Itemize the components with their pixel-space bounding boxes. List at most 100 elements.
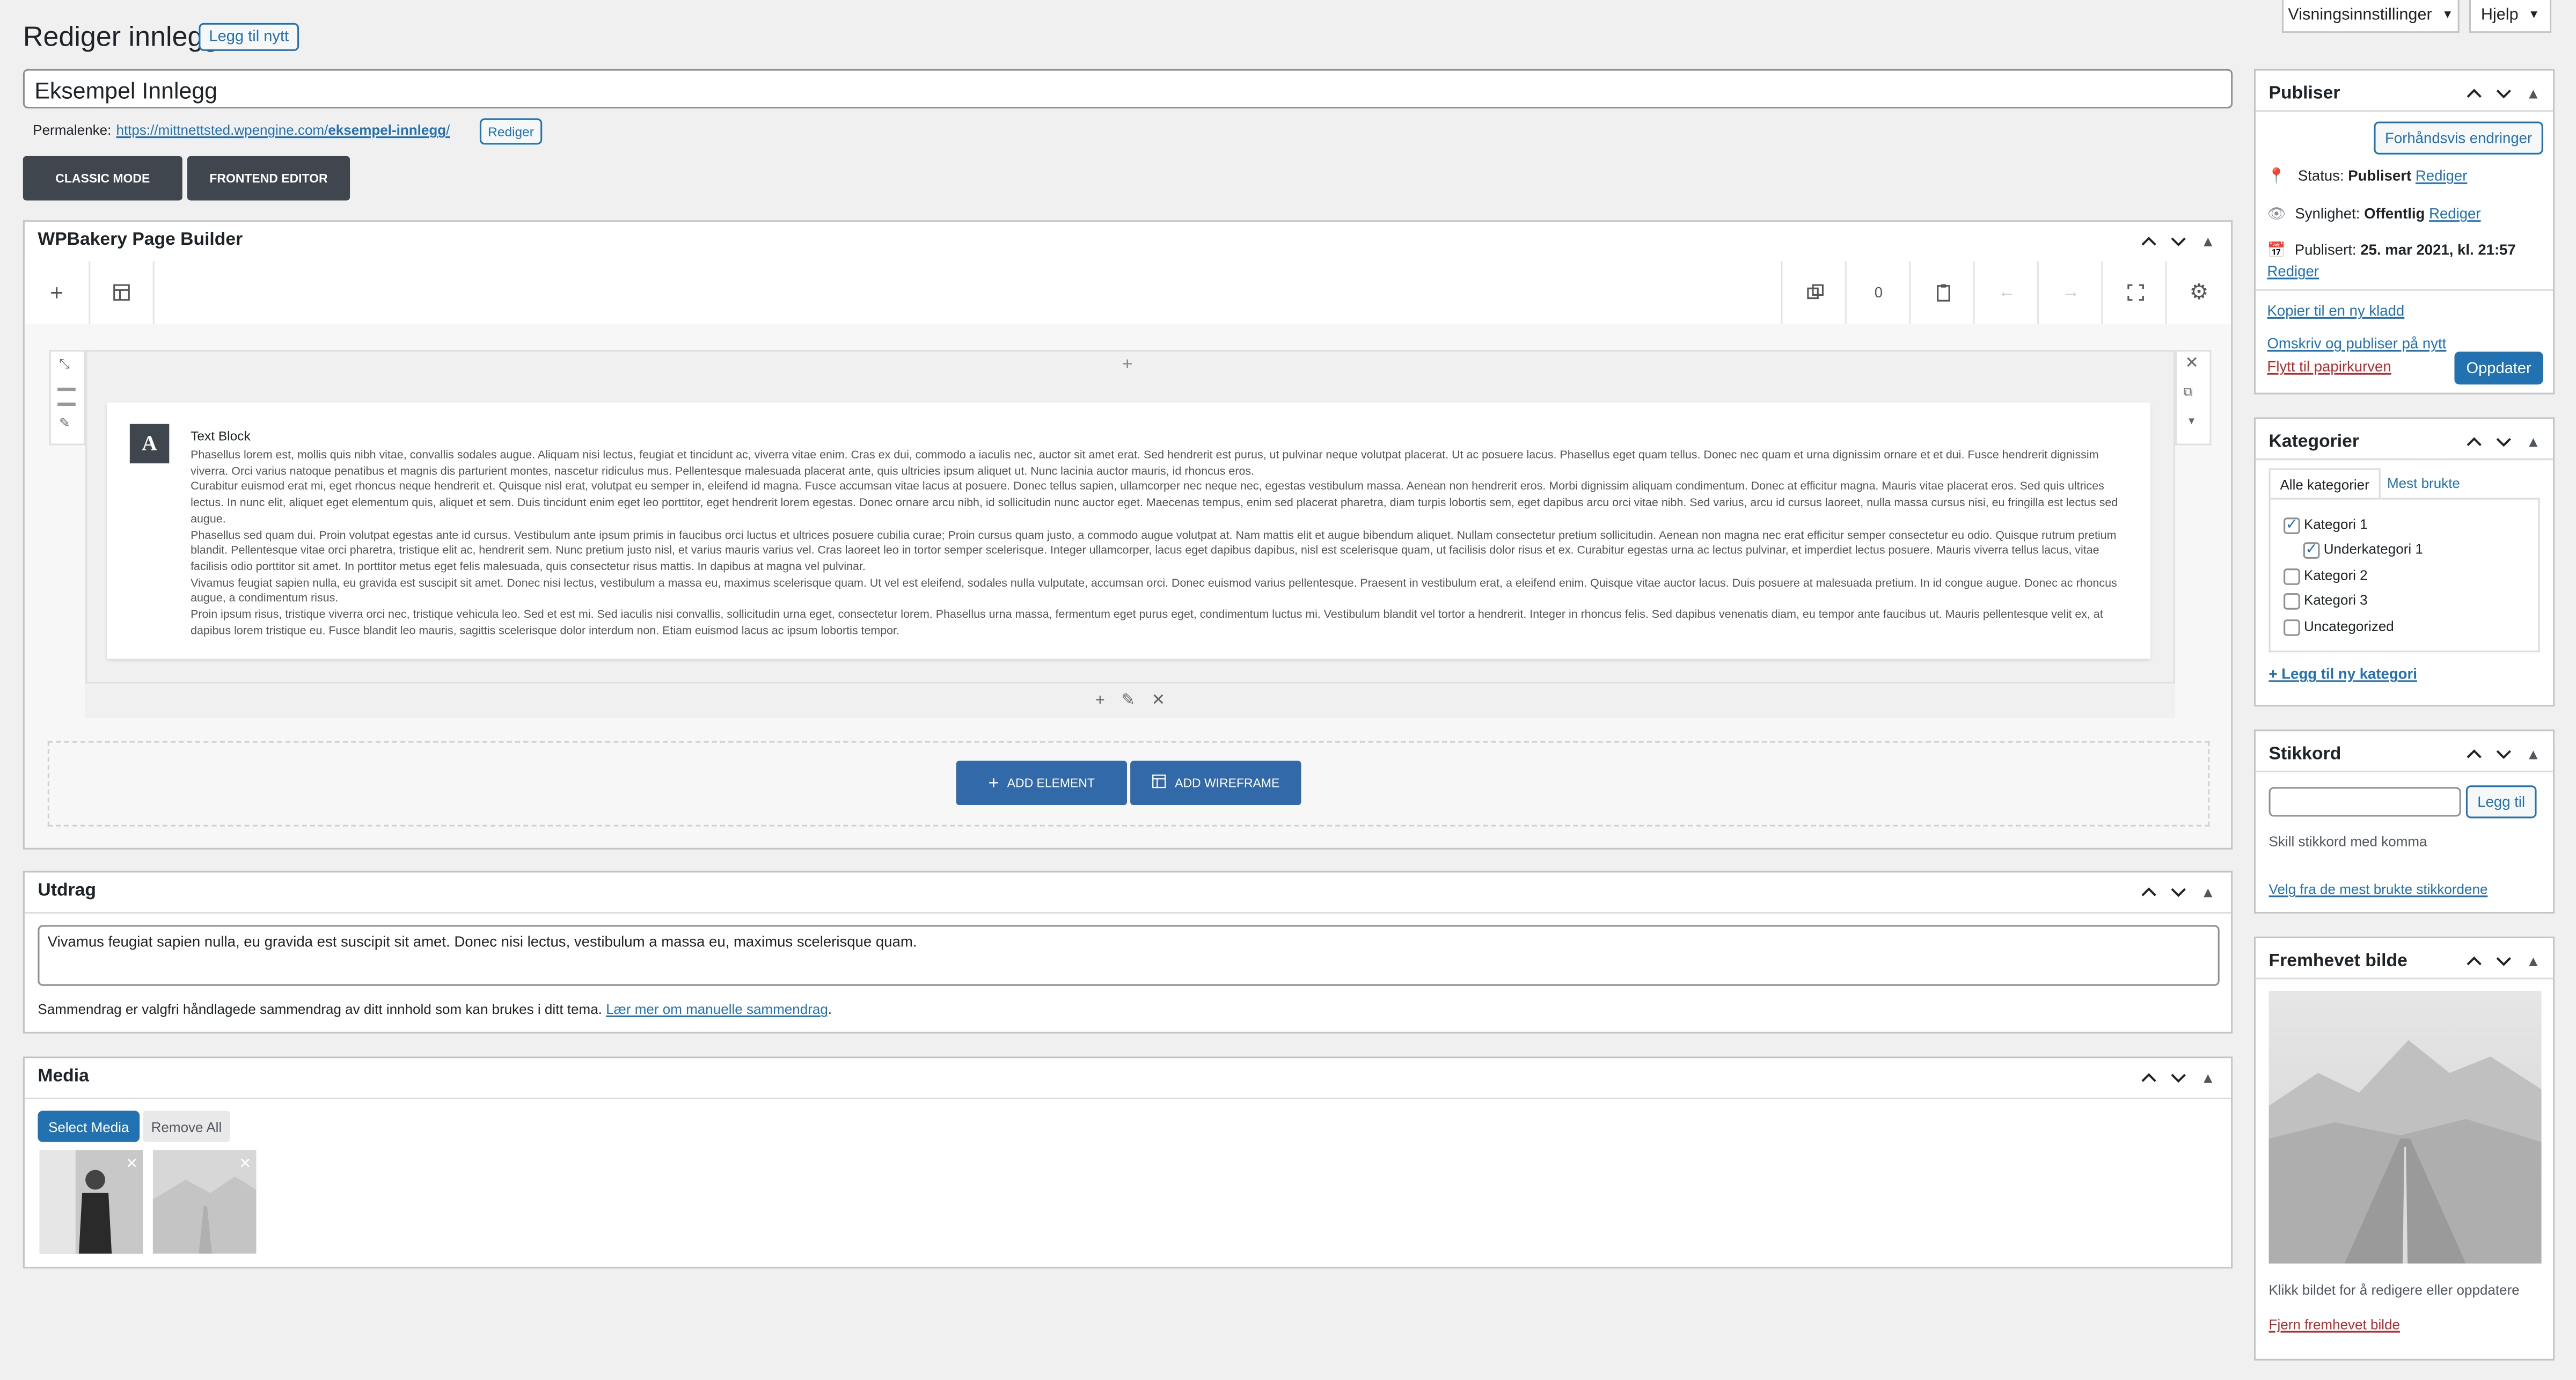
wpbakery-header: WPBakery Page Builder ▲ (24, 222, 2231, 263)
close-icon[interactable]: ✕ (2185, 355, 2199, 373)
trash-link[interactable]: Flytt til papirkurven (2267, 358, 2391, 375)
permalink-label: Permalenke: (33, 121, 112, 138)
toggle-triangle-icon[interactable]: ▲ (2520, 741, 2546, 768)
chevron-up-icon[interactable] (2136, 229, 2162, 255)
choose-tags-link[interactable]: Velg fra de mest brukte stikkordene (2269, 881, 2488, 897)
toggle-triangle-icon[interactable]: ▲ (2520, 81, 2546, 107)
add-element-button[interactable]: + ADD ELEMENT (956, 761, 1127, 805)
add-wireframe-label: ADD WIREFRAME (1175, 775, 1280, 791)
fullscreen-icon[interactable] (2101, 261, 2167, 324)
toggle-triangle-icon[interactable]: ▲ (2195, 1065, 2221, 1091)
excerpt-textarea[interactable]: Vivamus feugiat sapien nulla, eu gravida… (38, 925, 2220, 986)
checkbox-icon[interactable] (2284, 593, 2300, 609)
remove-media-icon[interactable]: ✕ (126, 1155, 138, 1173)
add-category-link[interactable]: + Legg til ny kategori (2269, 666, 2417, 682)
select-media-button[interactable]: Select Media (38, 1111, 140, 1142)
frontend-editor-button[interactable]: FRONTEND EDITOR (187, 156, 350, 201)
copy-icon[interactable] (1781, 261, 1846, 324)
media-thumbnail[interactable]: ✕ (39, 1150, 143, 1254)
permalink-link[interactable]: https://mittnettsted.wpengine.com/eksemp… (116, 122, 450, 138)
column-controls: + ✎ ✕ (85, 682, 2176, 718)
drag-move-icon[interactable]: ⤡ (59, 356, 70, 373)
toggle-triangle-icon[interactable]: ▲ (2195, 879, 2221, 906)
checkbox-icon[interactable] (2284, 568, 2300, 585)
row-controls-right: ✕ ⧉ ▼ (2175, 350, 2212, 446)
help-button[interactable]: Hjelp ▼ (2469, 0, 2552, 33)
chevron-down-icon[interactable] (2491, 429, 2517, 455)
chevron-up-icon[interactable] (2461, 429, 2487, 455)
featured-image[interactable] (2268, 990, 2542, 1264)
row-layout-icon[interactable] (57, 388, 76, 406)
publish-title: Publiser (2268, 84, 2340, 104)
category-item[interactable]: ✓ Underkategori 1 (2303, 541, 2423, 559)
category-item[interactable]: Kategori 3 (2284, 592, 2368, 609)
excerpt-help-link[interactable]: Lær mer om manuelle sammendrag (606, 1001, 828, 1017)
text-block-title: Text Block (191, 428, 251, 444)
checkbox-checked-icon[interactable]: ✓ (2303, 541, 2320, 559)
visibility-edit-link[interactable]: Rediger (2429, 206, 2481, 222)
screen-options-button[interactable]: Visningsinnstillinger ▼ (2282, 0, 2460, 33)
caret-down-small-icon[interactable]: ▼ (2186, 418, 2196, 427)
add-new-button[interactable]: Legg til nytt (199, 23, 299, 51)
pencil-icon[interactable]: ✎ (59, 415, 70, 430)
checkbox-icon[interactable] (2284, 619, 2300, 636)
toggle-triangle-icon[interactable]: ▲ (2520, 429, 2546, 455)
chevron-down-icon[interactable] (2491, 741, 2517, 768)
clone-icon[interactable]: ⧉ (2183, 384, 2193, 401)
chevron-up-icon[interactable] (2461, 741, 2487, 768)
text-block-element[interactable]: A Text Block Phasellus lorem est, mollis… (106, 403, 2151, 659)
gear-icon[interactable]: ⚙ (2165, 261, 2231, 324)
add-plus-icon[interactable]: + (1095, 692, 1105, 710)
category-item[interactable]: ✓ Kategori 1 (2284, 516, 2368, 534)
chevron-up-icon[interactable] (2136, 1065, 2162, 1091)
chevron-down-icon[interactable] (2491, 948, 2517, 974)
published-value: 25. mar 2021, kl. 21:57 (2360, 242, 2516, 258)
undo-arrow-icon[interactable]: ← (1973, 261, 2039, 324)
category-item[interactable]: Kategori 2 (2284, 567, 2368, 585)
clipboard-icon[interactable] (1909, 261, 1974, 324)
chevron-down-icon[interactable] (2165, 1065, 2192, 1091)
remove-media-icon[interactable]: ✕ (239, 1155, 251, 1173)
pencil-icon[interactable]: ✎ (1121, 692, 1135, 710)
undo-count: 0 (1845, 261, 1911, 324)
copy-draft-link[interactable]: Kopier til en ny kladd (2267, 302, 2404, 319)
update-button[interactable]: Oppdater (2454, 352, 2543, 385)
paragraph: Phasellus sed quam dui. Proin volutpat e… (191, 530, 2117, 574)
media-thumbnail[interactable]: ✕ (152, 1150, 257, 1254)
chevron-up-icon[interactable] (2136, 879, 2162, 906)
post-title-input[interactable]: Eksempel Innlegg (23, 69, 2233, 109)
remove-featured-link[interactable]: Fjern fremhevet bilde (2269, 1316, 2400, 1333)
tag-input[interactable] (2268, 787, 2461, 817)
preview-changes-button[interactable]: Forhåndsvis endringer (2374, 121, 2543, 155)
chevron-down-icon[interactable] (2165, 879, 2192, 906)
row-add-top-plus-icon[interactable]: + (1122, 355, 1133, 375)
add-tag-button[interactable]: Legg til (2465, 785, 2537, 819)
category-item[interactable]: Uncategorized (2284, 618, 2394, 636)
excerpt-title: Utdrag (38, 880, 96, 901)
caret-down-icon: ▼ (2442, 10, 2454, 21)
tab-all-categories[interactable]: Alle kategorier (2268, 468, 2381, 498)
redo-arrow-icon[interactable]: → (2037, 261, 2103, 324)
toggle-triangle-icon[interactable]: ▲ (2195, 229, 2221, 255)
remove-all-button[interactable]: Remove All (143, 1111, 230, 1142)
chevron-down-icon[interactable] (2165, 229, 2192, 255)
paragraph: Curabitur euismod erat mi, eget rhoncus … (191, 482, 2118, 526)
rewrite-link[interactable]: Omskriv og publiser på nytt (2267, 335, 2446, 352)
screen-options-label: Visningsinnstillinger (2288, 6, 2432, 25)
classic-mode-button[interactable]: CLASSIC MODE (23, 156, 182, 201)
template-icon[interactable] (89, 261, 155, 324)
chevron-up-icon[interactable] (2461, 81, 2487, 107)
close-icon[interactable]: ✕ (1152, 692, 1166, 710)
add-wireframe-button[interactable]: ADD WIREFRAME (1130, 761, 1301, 805)
permalink-edit-button[interactable]: Rediger (479, 118, 543, 145)
toggle-triangle-icon[interactable]: ▲ (2520, 948, 2546, 974)
add-element-area (47, 741, 2210, 827)
checkbox-checked-icon[interactable]: ✓ (2284, 516, 2300, 534)
add-element-plus-icon[interactable]: + (25, 261, 91, 324)
published-edit-link[interactable]: Rediger (2267, 263, 2319, 280)
status-edit-link[interactable]: Rediger (2416, 167, 2468, 184)
chevron-down-icon[interactable] (2491, 81, 2517, 107)
wpbakery-toolbar: + 0 ← → ⚙ (24, 261, 2231, 326)
tab-most-used[interactable]: Mest brukte (2387, 475, 2460, 492)
chevron-up-icon[interactable] (2461, 948, 2487, 974)
